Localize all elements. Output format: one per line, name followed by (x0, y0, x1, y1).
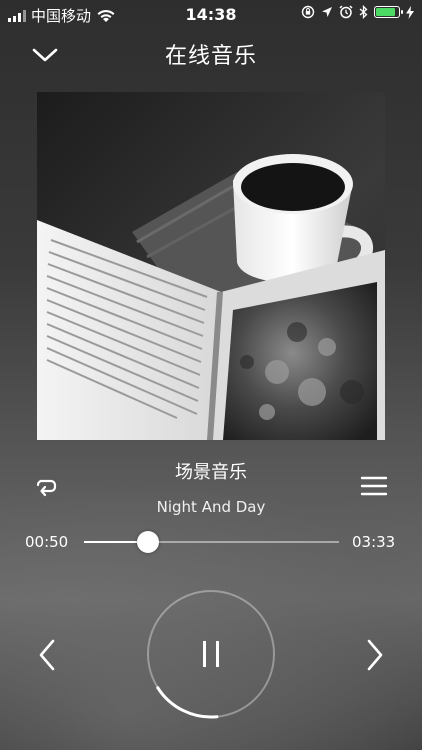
total-time: 03:33 (352, 533, 396, 551)
page-title: 在线音乐 (164, 44, 257, 69)
status-bar: 中国移动 14:38 (0, 0, 422, 28)
track-song-name: Night And Day (156, 498, 266, 516)
pause-icon (203, 641, 219, 667)
playlist-icon[interactable] (360, 474, 388, 498)
music-player-screen: 中国移动 14:38 在线音乐 场景音乐 Night And Day 00:50… (0, 0, 422, 750)
bluetooth-icon (359, 5, 368, 19)
progress-thumb[interactable] (137, 531, 160, 553)
progress-slider[interactable] (84, 531, 339, 553)
battery-level (376, 8, 395, 16)
play-pause-button[interactable] (145, 588, 277, 720)
playback-ring-progress (156, 686, 219, 719)
location-icon (322, 7, 332, 17)
repeat-icon[interactable] (33, 475, 59, 497)
track-category-title: 场景音乐 (175, 462, 247, 483)
chevron-left-icon[interactable] (36, 638, 58, 672)
elapsed-time: 00:50 (25, 533, 69, 551)
album-art (37, 92, 385, 440)
charging-icon (406, 5, 414, 19)
alarm-icon (339, 5, 353, 19)
status-right (301, 5, 414, 19)
rotation-lock-icon (301, 5, 315, 19)
chevron-right-icon[interactable] (364, 638, 386, 672)
battery-icon (374, 6, 403, 18)
